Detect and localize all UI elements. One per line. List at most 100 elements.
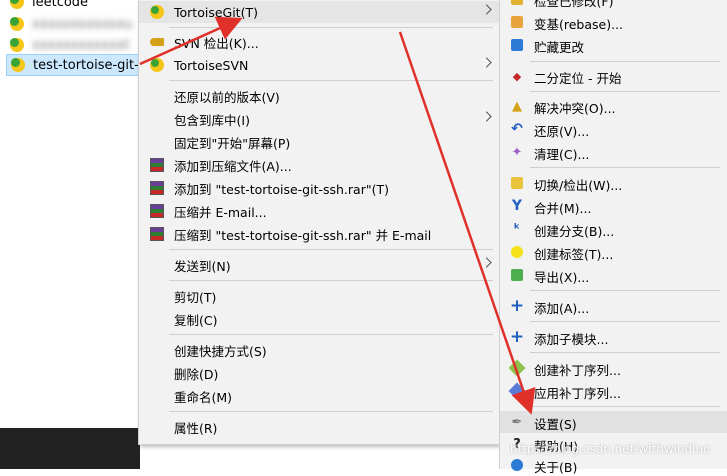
chevron-right-icon <box>481 4 492 15</box>
apply-patch-icon <box>508 382 526 400</box>
file-item-blurred-1[interactable]: xxxxxxxxxxxxu <box>6 14 140 34</box>
menu-item-add-rar[interactable]: 添加到 "test-tortoise-git-ssh.rar"(T) <box>139 177 501 199</box>
bisect-icon: ◆ <box>512 69 522 83</box>
menu-item-label: 还原以前的版本(V) <box>174 89 280 105</box>
submenu-item-settings[interactable]: ✒ 设置(S) <box>500 411 727 433</box>
submenu-separator <box>530 61 720 62</box>
menu-separator <box>169 280 493 281</box>
chevron-right-icon <box>481 257 492 268</box>
menu-item-compress-rar-email[interactable]: 压缩到 "test-tortoise-git-ssh.rar" 并 E-mail <box>139 223 501 245</box>
submenu-separator <box>530 290 720 291</box>
create-patch-icon <box>508 359 526 377</box>
submenu-item-export[interactable]: 导出(X)... <box>500 264 727 286</box>
menu-item-pin-start[interactable]: 固定到"开始"屏幕(P) <box>139 131 501 153</box>
submenu-item-bisect-start[interactable]: ◆ 二分定位 - 开始 <box>500 65 727 87</box>
submenu-item-label: 解决冲突(O)... <box>534 101 616 116</box>
menu-item-label: SVN 检出(K)... <box>174 35 259 51</box>
submenu-separator <box>530 406 720 407</box>
menu-item-include-library[interactable]: 包含到库中(I) <box>139 108 501 130</box>
menu-item-label: 属性(R) <box>174 420 218 436</box>
submenu-item-rebase[interactable]: 变基(rebase)... <box>500 11 727 33</box>
context-menu: TortoiseGit(T) SVN 检出(K)... TortoiseSVN … <box>138 0 502 445</box>
submenu-item-merge[interactable]: Y 合并(M)... <box>500 195 727 217</box>
menu-item-delete[interactable]: 删除(D) <box>139 362 501 384</box>
menu-item-label: 包含到库中(I) <box>174 112 250 128</box>
plus-icon: + <box>509 296 525 316</box>
chevron-right-icon <box>481 111 492 122</box>
merge-icon: Y <box>511 198 523 214</box>
menu-item-tortoisegit[interactable]: TortoiseGit(T) <box>139 1 501 23</box>
submenu-item-check-modified[interactable]: 检查已修改(F) <box>500 0 727 10</box>
submenu-item-create-branch[interactable]: ᵏ 创建分支(B)... <box>500 218 727 240</box>
winrar-icon <box>149 226 165 242</box>
submenu-item-apply-patch[interactable]: 应用补丁序列... <box>500 380 727 402</box>
menu-item-create-shortcut[interactable]: 创建快捷方式(S) <box>139 339 501 361</box>
resolve-icon: ▲ <box>512 98 522 114</box>
submenu-item-revert[interactable]: ↶ 还原(V)... <box>500 118 727 140</box>
submenu-item-add-submodule[interactable]: + 添加子模块... <box>500 326 727 348</box>
plus-icon: + <box>509 327 525 347</box>
submenu-item-label: 合并(M)... <box>534 201 592 216</box>
submenu-item-create-patch[interactable]: 创建补丁序列... <box>500 357 727 379</box>
submenu-item-cleanup[interactable]: ✦ 清理(C)... <box>500 141 727 163</box>
menu-item-label: 删除(D) <box>174 366 219 382</box>
submenu-item-label: 还原(V)... <box>534 124 590 139</box>
git-folder-icon <box>10 38 24 52</box>
menu-item-label: 剪切(T) <box>174 289 217 305</box>
menu-item-send-to[interactable]: 发送到(N) <box>139 254 501 276</box>
submenu-item-label: 添加(A)... <box>534 301 590 316</box>
menu-item-cut[interactable]: 剪切(T) <box>139 285 501 307</box>
submenu-item-create-tag[interactable]: 创建标签(T)... <box>500 241 727 263</box>
file-explorer-list: leetcode xxxxxxxxxxxxu xxxxxxxxxxxxt tes… <box>0 0 140 388</box>
rebase-icon <box>509 14 525 30</box>
branch-icon: ᵏ <box>513 221 521 237</box>
taskbar <box>0 428 140 469</box>
menu-item-label: 创建快捷方式(S) <box>174 343 267 359</box>
submenu-item-label: 应用补丁序列... <box>534 386 621 401</box>
submenu-item-label: 创建分支(B)... <box>534 224 615 239</box>
menu-item-label: 发送到(N) <box>174 258 231 274</box>
tortoisesvn-icon <box>149 57 165 73</box>
git-folder-icon <box>11 58 25 72</box>
menu-item-label: TortoiseGit(T) <box>174 4 258 20</box>
menu-item-properties[interactable]: 属性(R) <box>139 416 501 438</box>
file-name-redacted: xxxxxxxxxxxxt <box>32 37 130 53</box>
switch-icon <box>509 175 525 191</box>
menu-item-add-archive[interactable]: 添加到压缩文件(A)... <box>139 154 501 176</box>
submenu-item-label: 导出(X)... <box>534 270 590 285</box>
menu-item-copy[interactable]: 复制(C) <box>139 308 501 330</box>
menu-item-compress-email[interactable]: 压缩并 E-mail... <box>139 200 501 222</box>
watermark: https://blog.csdn.net/withwindluo <box>510 442 711 456</box>
file-item-blurred-2[interactable]: xxxxxxxxxxxxt <box>6 35 140 55</box>
tag-icon <box>509 244 525 260</box>
menu-item-label: 复制(C) <box>174 312 218 328</box>
submenu-item-label: 添加子模块... <box>534 332 609 347</box>
submenu-item-label: 贮藏更改 <box>534 40 585 55</box>
submenu-separator <box>530 321 720 322</box>
menu-item-label: 添加到压缩文件(A)... <box>174 158 292 174</box>
file-name: leetcode <box>32 0 89 10</box>
submenu-item-label: 清理(C)... <box>534 147 590 162</box>
menu-item-label: 固定到"开始"屏幕(P) <box>174 135 291 151</box>
submenu-item-about[interactable]: 关于(B) <box>500 454 727 476</box>
submenu-item-label: 切换/检出(W)... <box>534 178 623 193</box>
submenu-item-add[interactable]: + 添加(A)... <box>500 295 727 317</box>
submenu-item-switch-checkout[interactable]: 切换/检出(W)... <box>500 172 727 194</box>
submenu-item-label: 创建标签(T)... <box>534 247 614 262</box>
menu-item-label: 压缩到 "test-tortoise-git-ssh.rar" 并 E-mail <box>174 227 432 243</box>
menu-item-label: 重命名(M) <box>174 389 233 405</box>
menu-item-restore-previous[interactable]: 还原以前的版本(V) <box>139 85 501 107</box>
broom-icon: ✦ <box>511 144 523 160</box>
menu-item-tortoisesvn[interactable]: TortoiseSVN <box>139 54 501 76</box>
menu-item-label: 添加到 "test-tortoise-git-ssh.rar"(T) <box>174 181 389 197</box>
git-folder-icon <box>10 0 24 9</box>
submenu-item-label: 设置(S) <box>534 417 577 432</box>
submenu-item-stash[interactable]: 贮藏更改 <box>500 34 727 56</box>
file-item-selected[interactable]: test-tortoise-git- <box>6 54 140 76</box>
menu-separator <box>169 411 493 412</box>
stash-icon <box>509 37 525 53</box>
file-item-leetcode[interactable]: leetcode <box>6 0 140 12</box>
menu-item-rename[interactable]: 重命名(M) <box>139 385 501 407</box>
submenu-item-resolve[interactable]: ▲ 解决冲突(O)... <box>500 95 727 117</box>
menu-item-svn-checkout[interactable]: SVN 检出(K)... <box>139 31 501 53</box>
